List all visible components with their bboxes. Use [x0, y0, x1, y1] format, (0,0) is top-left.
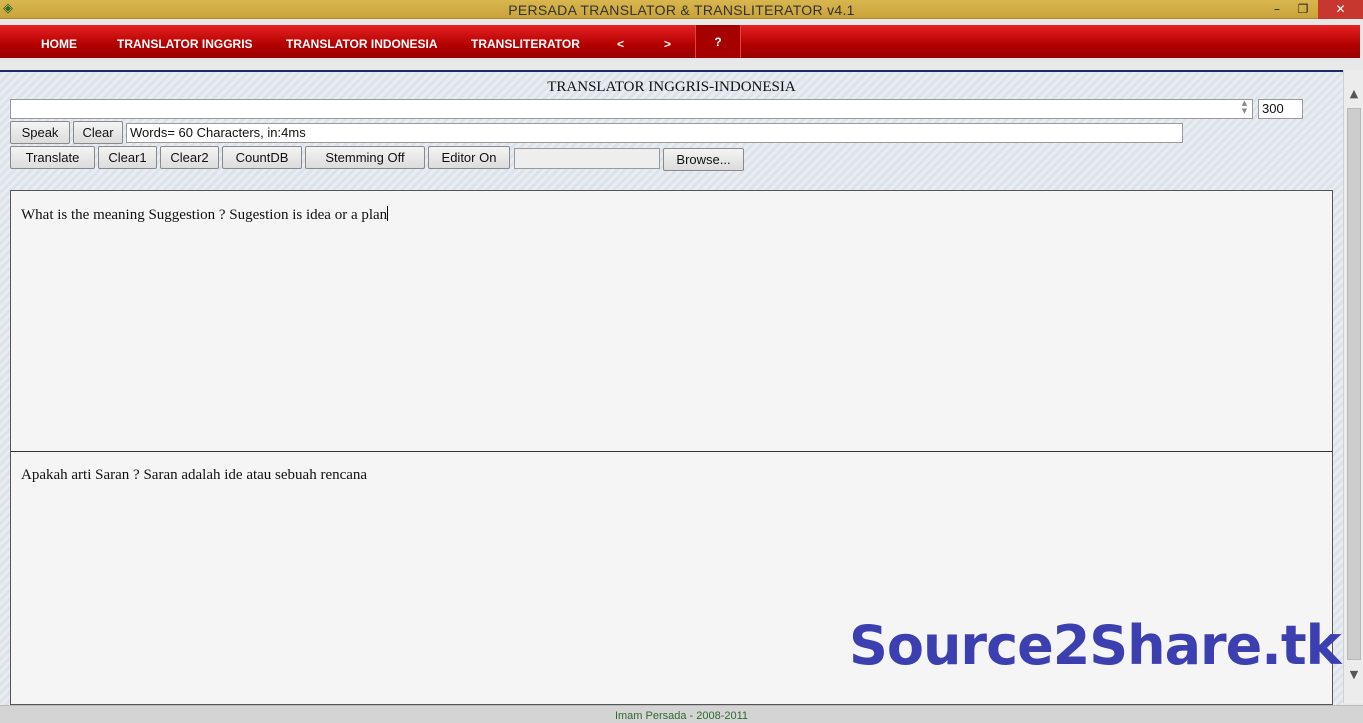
- target-text: Apakah arti Saran ? Saran adalah ide ata…: [21, 467, 368, 483]
- vertical-scrollbar[interactable]: ▲ ▼: [1343, 70, 1363, 703]
- nav-home[interactable]: HOME: [41, 25, 77, 58]
- top-text-input[interactable]: [10, 99, 1253, 119]
- text-cursor: [387, 206, 389, 221]
- title-bar: ◈ PERSADA TRANSLATOR & TRANSLITERATOR v4…: [0, 0, 1363, 19]
- minimize-button[interactable]: –: [1264, 0, 1290, 19]
- nav-bar: HOME TRANSLATOR INGGRIS TRANSLATOR INDON…: [0, 25, 1360, 58]
- clear1-button[interactable]: Clear1: [98, 146, 157, 169]
- window-title: PERSADA TRANSLATOR & TRANSLITERATOR v4.1: [508, 2, 855, 18]
- scroll-down-icon[interactable]: ▼: [1346, 667, 1362, 683]
- clear-button[interactable]: Clear: [73, 121, 123, 144]
- stemming-toggle-button[interactable]: Stemming Off: [305, 146, 425, 169]
- countdb-button[interactable]: CountDB: [222, 146, 302, 169]
- source-text: What is the meaning Suggestion ? Sugesti…: [21, 207, 388, 223]
- scroll-thumb[interactable]: [1347, 108, 1361, 660]
- scroll-up-icon[interactable]: ▲: [1346, 86, 1362, 102]
- translate-button[interactable]: Translate: [10, 146, 95, 169]
- browse-button[interactable]: Browse...: [663, 148, 744, 171]
- footer-credit: Imam Persada - 2008-2011: [0, 705, 1363, 723]
- status-field: Words= 60 Characters, in:4ms: [126, 123, 1183, 143]
- nav-prev[interactable]: <: [617, 25, 624, 58]
- speak-button[interactable]: Speak: [10, 121, 70, 144]
- nav-translator-indonesia[interactable]: TRANSLATOR INDONESIA: [286, 25, 438, 58]
- maximize-button[interactable]: ❐: [1290, 0, 1316, 19]
- page-title: TRANSLATOR INGGRIS-INDONESIA: [547, 79, 796, 95]
- limit-input[interactable]: 300: [1258, 99, 1303, 119]
- nav-transliterator[interactable]: TRANSLITERATOR: [471, 25, 580, 58]
- clear2-button[interactable]: Clear2: [160, 146, 219, 169]
- nav-help[interactable]: ?: [695, 25, 741, 58]
- nav-translator-inggris[interactable]: TRANSLATOR INGGRIS: [117, 25, 253, 58]
- spinner-arrows[interactable]: ▲ ▼: [1237, 99, 1252, 118]
- editor-toggle-button[interactable]: Editor On: [428, 146, 510, 169]
- file-path-field[interactable]: [514, 148, 660, 169]
- close-button[interactable]: ✕: [1318, 0, 1363, 19]
- source-textarea[interactable]: What is the meaning Suggestion ? Sugesti…: [10, 190, 1333, 452]
- nav-next[interactable]: >: [664, 25, 671, 58]
- watermark: Source2Share.tk: [849, 614, 1342, 677]
